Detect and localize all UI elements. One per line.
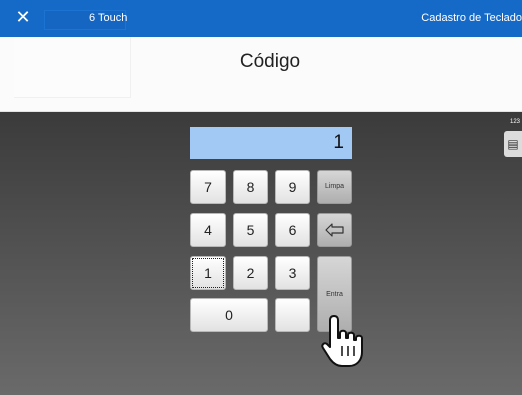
key-2[interactable]: 2 [233, 256, 268, 290]
key-9[interactable]: 9 [275, 170, 310, 204]
header-panel: Código [0, 37, 522, 112]
backspace-button[interactable] [317, 213, 352, 247]
hand-pointer-icon [321, 315, 363, 367]
key-3[interactable]: 3 [275, 256, 310, 290]
code-display: 1 [190, 127, 352, 159]
clear-button[interactable]: Limpa [317, 170, 352, 204]
key-1[interactable]: 1 [190, 256, 226, 290]
header-left-box [14, 37, 131, 98]
backspace-arrow-icon [324, 223, 344, 237]
close-icon[interactable]: ✕ [14, 9, 32, 27]
key-0[interactable]: 0 [190, 298, 268, 332]
window-title: Cadastro de Teclado [421, 12, 522, 24]
key-6[interactable]: 6 [275, 213, 310, 247]
numeric-keypad-icon[interactable]: ▤ [504, 131, 522, 157]
key-blank[interactable] [275, 298, 310, 332]
side-panel-label: 123 [510, 119, 521, 125]
key-4[interactable]: 4 [190, 213, 226, 247]
title-bar: ✕ 6 Touch Cadastro de Teclado [0, 0, 522, 37]
key-7[interactable]: 7 [190, 170, 226, 204]
app-title: 6 Touch [89, 12, 128, 24]
key-5[interactable]: 5 [233, 213, 268, 247]
page-title: Código [239, 51, 301, 72]
key-8[interactable]: 8 [233, 170, 268, 204]
